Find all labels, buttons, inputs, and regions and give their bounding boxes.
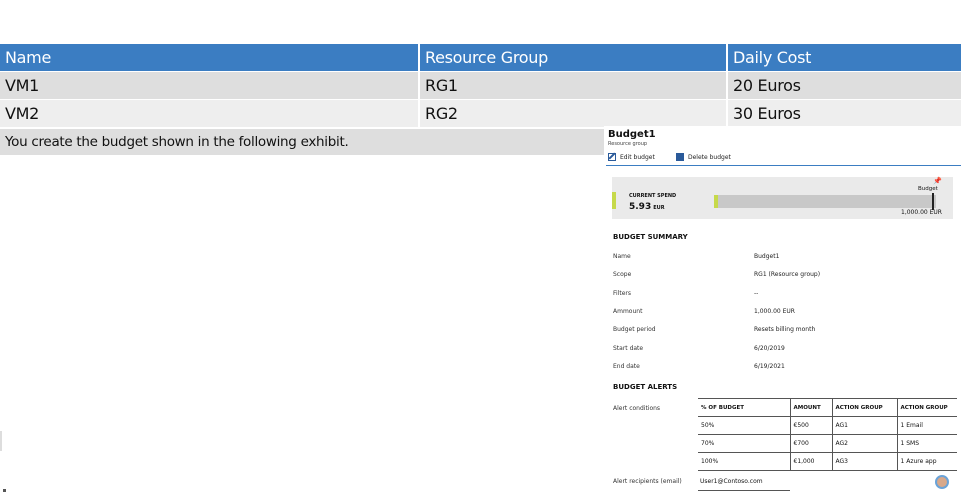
alert-action-type: 1 Azure app	[897, 452, 957, 471]
table-row: 70% €700 AG2 1 SMS	[698, 434, 957, 453]
alert-amount: €700	[790, 434, 833, 453]
avatar	[935, 475, 949, 489]
alert-action-group: AG3	[832, 452, 898, 471]
edge-marker	[0, 431, 2, 451]
exhibit-text: You create the budget shown in the follo…	[0, 129, 604, 155]
edit-budget-button[interactable]: Edit budget	[608, 153, 655, 161]
summary-value-scope: RG1 (Resource group)	[754, 271, 821, 278]
cell-daily-cost: 20 Euros	[728, 72, 961, 99]
cell-daily-cost: 30 Euros	[728, 100, 961, 127]
budget-panel: Budget1 Resource group Edit budget Delet…	[604, 126, 961, 492]
spend-progress-fill	[714, 195, 719, 208]
header-name: Name	[0, 44, 418, 71]
spend-accent-bar	[612, 192, 616, 209]
summary-label-amount: Ammount	[613, 308, 643, 315]
current-spend-amount: 5.93	[629, 202, 652, 212]
page-subtitle: Resource group	[608, 141, 648, 147]
table-row: VM2 RG2 30 Euros	[0, 100, 961, 127]
current-spend-unit: EUR	[653, 205, 665, 211]
summary-label-name: Name	[613, 253, 631, 260]
vm-cost-table: Name Resource Group Daily Cost VM1 RG1 2…	[0, 44, 961, 128]
table-row: 100% €1,000 AG3 1 Azure app	[698, 452, 957, 471]
alert-amount: €500	[790, 416, 833, 435]
current-spend-value: 5.93 EUR	[629, 202, 665, 212]
cell-name: VM1	[0, 72, 418, 99]
budget-marker-label: Budget	[918, 186, 938, 192]
alert-action-group: AG2	[832, 434, 898, 453]
table-row: 50% €500 AG1 1 Email	[698, 416, 957, 435]
alert-percent: 50%	[698, 416, 791, 435]
alert-percent: 70%	[698, 434, 791, 453]
summary-value-start-date: 6/20/2019	[754, 345, 785, 352]
current-spend-label: CURRENT SPEND	[629, 193, 677, 199]
summary-value-name: Budget1	[754, 253, 780, 260]
summary-label-end-date: End date	[613, 363, 640, 370]
cell-name: VM2	[0, 100, 418, 127]
delete-icon	[676, 153, 684, 161]
summary-value-amount: 1,000.00 EUR	[754, 308, 795, 315]
header-resource-group: Resource Group	[420, 44, 726, 71]
budget-max-label: 1,000.00 EUR	[901, 209, 942, 216]
spend-progress-bar	[714, 195, 936, 208]
col-percent-of-budget: % OF BUDGET	[698, 398, 791, 417]
summary-value-budget-period: Resets billing month	[754, 326, 816, 333]
delete-budget-label: Delete budget	[688, 153, 731, 161]
summary-value-end-date: 6/19/2021	[754, 363, 785, 370]
summary-label-budget-period: Budget period	[613, 326, 656, 333]
page-title: Budget1	[608, 129, 656, 140]
divider	[698, 490, 790, 491]
alert-recipients-label: Alert recipients (email)	[613, 478, 682, 485]
table-row: VM1 RG1 20 Euros	[0, 72, 961, 99]
cell-resource-group: RG1	[420, 72, 726, 99]
alert-recipients-value: User1@Contoso.com	[700, 478, 763, 485]
summary-value-filters: --	[754, 290, 759, 297]
budget-alerts-heading: BUDGET ALERTS	[613, 383, 678, 391]
edit-icon	[608, 153, 616, 161]
alert-table-header: % OF BUDGET AMOUNT ACTION GROUP ACTION G…	[698, 398, 957, 417]
alert-conditions-table: % OF BUDGET AMOUNT ACTION GROUP ACTION G…	[698, 398, 957, 471]
delete-budget-button[interactable]: Delete budget	[676, 153, 731, 161]
cell-resource-group: RG2	[420, 100, 726, 127]
alert-action-group: AG1	[832, 416, 898, 435]
col-action-group: ACTION GROUP	[832, 398, 898, 417]
budget-summary-heading: BUDGET SUMMARY	[613, 233, 688, 241]
alert-action-type: 1 Email	[897, 416, 957, 435]
col-amount: AMOUNT	[790, 398, 833, 417]
summary-label-filters: Filters	[613, 290, 631, 297]
budget-marker	[932, 193, 934, 210]
summary-label-scope: Scope	[613, 271, 632, 278]
alert-action-type: 1 SMS	[897, 434, 957, 453]
alert-amount: €1,000	[790, 452, 833, 471]
alert-percent: 100%	[698, 452, 791, 471]
summary-label-start-date: Start date	[613, 345, 644, 352]
header-daily-cost: Daily Cost	[728, 44, 961, 71]
edit-budget-label: Edit budget	[620, 153, 655, 161]
col-action-group-type: ACTION GROUP	[897, 398, 957, 417]
toolbar: Edit budget Delete budget	[606, 152, 961, 166]
vm-table-header: Name Resource Group Daily Cost	[0, 44, 961, 71]
alert-conditions-label: Alert conditions	[613, 405, 661, 412]
pin-icon[interactable]: 📌	[933, 177, 942, 185]
